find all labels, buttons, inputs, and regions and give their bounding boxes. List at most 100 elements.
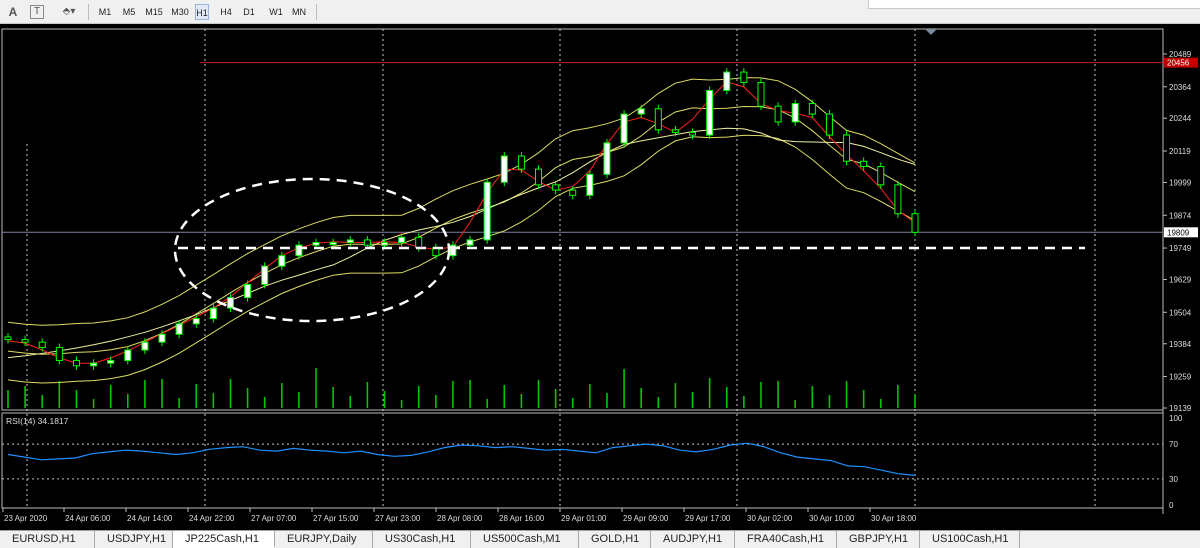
candle-body	[860, 160, 868, 167]
candle-body	[312, 242, 320, 246]
time-tick-label: 30 Apr 10:00	[809, 514, 855, 523]
candle-body	[363, 239, 371, 246]
candle-body	[329, 242, 337, 246]
highlight-price-label: 20456	[1167, 59, 1190, 68]
candle-body	[654, 108, 662, 131]
chart-tab[interactable]: US30Cash,H1	[373, 531, 471, 548]
chart-tab[interactable]: USDJPY,H1	[95, 531, 173, 548]
candle-body	[586, 173, 594, 196]
toolbar-separator	[316, 4, 317, 20]
candle-body	[723, 71, 731, 91]
timeframe-button-mn[interactable]: MN	[290, 4, 308, 20]
candle-body	[261, 265, 269, 285]
time-tick-label: 29 Apr 17:00	[685, 514, 731, 523]
price-tick-label: 19629	[1169, 276, 1192, 285]
timeframe-button-m1[interactable]: M1	[97, 4, 113, 20]
candle-body	[791, 103, 799, 123]
candle-body	[808, 103, 816, 115]
candle-body	[689, 131, 697, 136]
time-tick-label: 28 Apr 08:00	[437, 514, 483, 523]
toolbar: A T ⬘▾ M1 M5 M15 M30 H1 H4 D1 W1 MN	[0, 0, 1200, 24]
candle-body	[398, 236, 406, 244]
rsi-line	[7, 442, 916, 476]
candle-body	[894, 184, 902, 215]
candle-body	[569, 189, 577, 196]
slow-moving-average	[7, 127, 916, 359]
chart-tab[interactable]: US100Cash,H1	[920, 531, 1020, 548]
price-tick-label: 20119	[1169, 147, 1191, 156]
time-tick-label: 30 Apr 18:00	[871, 514, 917, 523]
price-tick-label: 19384	[1169, 340, 1192, 349]
price-chart[interactable]: 20489 20364 20244 20119 19999 19874 19749 19629…	[0, 24, 1200, 530]
price-tick-label: 19504	[1169, 308, 1192, 317]
bollinger-middle	[7, 105, 916, 355]
time-tick-label: 29 Apr 01:00	[561, 514, 607, 523]
chart-tab[interactable]: GBPJPY,H1	[837, 531, 920, 548]
candle-body	[603, 142, 611, 175]
annotation-ellipse	[173, 177, 451, 323]
toolbar-right-panel	[868, 0, 1200, 9]
candle-body	[706, 89, 714, 136]
time-tick-label: 23 Apr 2020	[4, 514, 48, 523]
timeframe-button-w1[interactable]: W1	[268, 4, 284, 20]
chart-tab[interactable]: FRA40Cash,H1	[735, 531, 837, 548]
rsi-tick-label: 30	[1169, 475, 1178, 484]
candle-body	[380, 242, 388, 246]
chart-tab[interactable]: GOLD,H1	[579, 531, 651, 548]
chart-tab[interactable]: EURJPY,Daily	[275, 531, 373, 548]
rsi-tick-label: 70	[1169, 440, 1178, 449]
candle-body	[483, 181, 491, 241]
candle-body	[757, 82, 765, 107]
chart-window[interactable]: 20489 20364 20244 20119 19999 19874 19749 19629…	[0, 24, 1200, 530]
candle-body	[466, 239, 474, 246]
candle-body	[740, 71, 748, 84]
text-tool-icon[interactable]: A	[4, 4, 22, 20]
time-tick-label: 27 Apr 23:00	[375, 514, 421, 523]
candle-body	[4, 336, 12, 341]
chart-shift-marker-icon	[925, 29, 937, 35]
candle-body	[295, 244, 303, 257]
price-tick-label: 19999	[1169, 178, 1192, 187]
timeframe-button-h1[interactable]: H1	[195, 4, 209, 20]
time-tick-label: 27 Apr 15:00	[313, 514, 359, 523]
candle-body	[346, 239, 354, 244]
candle-body	[620, 113, 628, 144]
chart-tab[interactable]: AUDJPY,H1	[651, 531, 735, 548]
chart-tab[interactable]: US500Cash,M1	[471, 531, 579, 548]
candle-body	[107, 360, 115, 364]
candle-body	[517, 155, 525, 170]
price-tick-label: 19749	[1169, 244, 1192, 253]
rsi-tick-label: 100	[1169, 414, 1183, 423]
candle-body	[877, 165, 885, 186]
candle-body	[637, 108, 645, 115]
arrows-tool-icon[interactable]: ⬘▾	[56, 4, 82, 20]
candle-body	[500, 155, 508, 183]
candle-body	[158, 333, 166, 343]
chart-tab[interactable]: EURUSD,H1	[0, 531, 95, 548]
toolbar-separator	[88, 4, 89, 20]
price-tick-label: 19259	[1169, 373, 1192, 382]
candle-body	[55, 346, 63, 362]
timeframe-button-m30[interactable]: M30	[169, 4, 191, 20]
time-tick-label: 24 Apr 14:00	[127, 514, 173, 523]
current-price-label: 19809	[1167, 228, 1190, 237]
timeframe-button-m15[interactable]: M15	[143, 4, 165, 20]
chart-tabs: EURUSD,H1 USDJPY,H1 JP225Cash,H1 EURJPY,Dai…	[0, 530, 1200, 548]
timeframe-button-m5[interactable]: M5	[121, 4, 137, 20]
candle-body	[843, 134, 851, 162]
timeframe-button-h4[interactable]: H4	[218, 4, 234, 20]
candle-body	[552, 184, 560, 191]
time-tick-label: 28 Apr 16:00	[499, 514, 545, 523]
candle-body	[825, 113, 833, 136]
price-tick-label: 19139	[1169, 404, 1192, 413]
chart-tab[interactable]: JP225Cash,H1	[173, 531, 275, 548]
price-tick-label: 19874	[1169, 211, 1192, 220]
text-label-tool-icon[interactable]: T	[30, 5, 44, 19]
candle-body	[671, 129, 679, 133]
time-tick-label: 24 Apr 06:00	[65, 514, 111, 523]
rsi-plot-frame	[1, 412, 1164, 509]
candle-body	[21, 339, 29, 343]
timeframe-button-d1[interactable]: D1	[242, 4, 256, 20]
fast-moving-average	[7, 81, 916, 364]
candle-body	[38, 341, 46, 348]
